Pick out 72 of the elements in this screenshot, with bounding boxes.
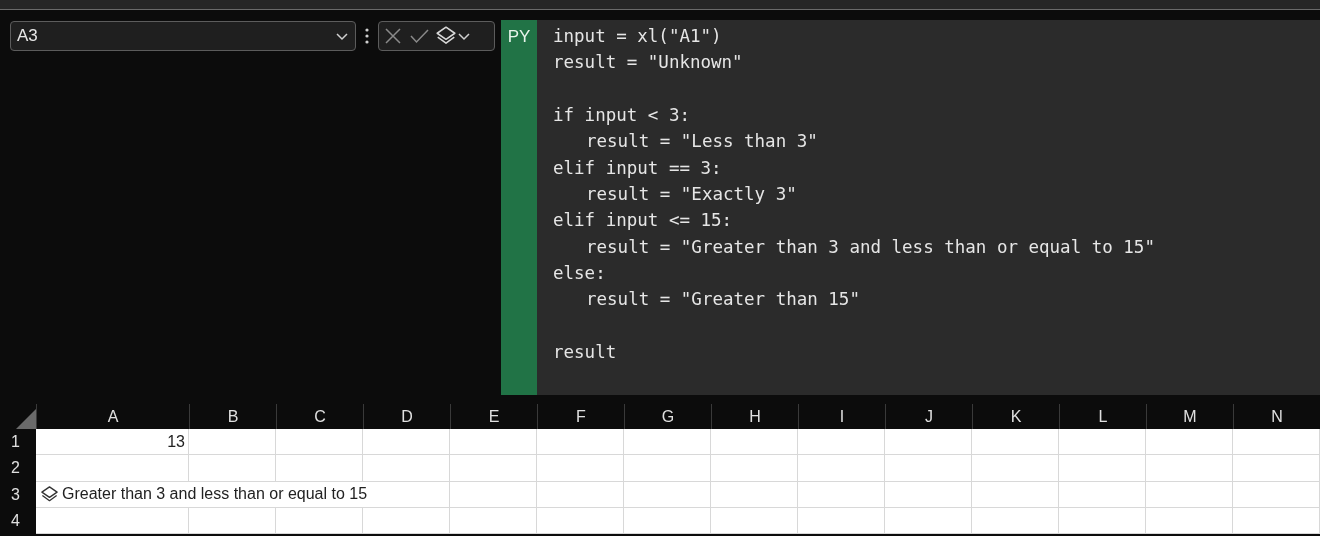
table-cell[interactable] — [276, 455, 363, 482]
table-cell[interactable] — [885, 429, 972, 456]
table-cell[interactable] — [537, 429, 624, 456]
table-cell[interactable] — [972, 429, 1059, 456]
table-cell[interactable] — [1233, 429, 1320, 456]
table-cell[interactable] — [450, 507, 537, 535]
table-cell[interactable]: 13 — [36, 429, 189, 456]
table-cell[interactable] — [450, 481, 537, 508]
table-cell[interactable] — [624, 429, 711, 456]
more-options-icon[interactable] — [364, 27, 370, 45]
table-cell[interactable] — [276, 507, 363, 535]
table-cell[interactable] — [1233, 507, 1320, 535]
table-cell[interactable] — [1146, 507, 1233, 535]
table-cell[interactable] — [450, 455, 537, 482]
layers-icon — [435, 25, 457, 47]
table-cell[interactable] — [624, 481, 711, 508]
table-cell[interactable] — [1059, 481, 1146, 508]
table-cell[interactable] — [189, 455, 276, 482]
table-cell[interactable] — [711, 455, 798, 482]
name-box[interactable]: A3 — [10, 21, 356, 51]
table-cell[interactable] — [972, 455, 1059, 482]
table-cell[interactable] — [885, 481, 972, 508]
table-cell[interactable] — [798, 429, 885, 456]
table-cell[interactable] — [798, 507, 885, 535]
code-line: result = "Unknown" — [553, 52, 743, 73]
table-cell[interactable] — [537, 507, 624, 535]
table-cell[interactable] — [972, 507, 1059, 535]
table-cell[interactable] — [711, 481, 798, 508]
table-cell[interactable] — [1146, 455, 1233, 482]
table-cell[interactable] — [885, 507, 972, 535]
table-cell[interactable] — [1059, 455, 1146, 482]
code-line: result = "Exactly 3" — [586, 183, 797, 204]
cell-text: Greater than 3 and less than or equal to 15 — [62, 485, 368, 504]
table-cell[interactable] — [885, 455, 972, 482]
code-line: result = "Less than 3" — [586, 131, 818, 152]
table-cell[interactable] — [798, 481, 885, 508]
table-cell[interactable] — [363, 507, 450, 535]
table-cell[interactable] — [363, 429, 450, 456]
code-line: else: — [553, 262, 606, 283]
table-cell[interactable] — [537, 481, 624, 508]
cancel-icon[interactable] — [383, 26, 403, 46]
code-line: if input < 3: — [553, 105, 690, 125]
python-badge: PY — [501, 20, 537, 395]
table-cell[interactable] — [1233, 455, 1320, 482]
table-cell[interactable] — [1059, 507, 1146, 535]
table-cell[interactable]: Greater than 3 and less than or equal to 15 — [36, 481, 450, 508]
table-cell[interactable] — [1146, 429, 1233, 456]
python-object-icon — [40, 484, 59, 504]
table-cell[interactable] — [972, 481, 1059, 508]
table-cell[interactable] — [537, 455, 624, 482]
table-cell[interactable] — [711, 507, 798, 535]
code-line: result = "Greater than 3 and less than or equal to 15" — [586, 236, 1155, 257]
code-line: input = xl("A1") — [553, 26, 722, 46]
code-line: result = "Greater than 15" — [586, 289, 860, 310]
table-cell[interactable] — [36, 507, 189, 535]
table-cell[interactable] — [189, 507, 276, 535]
code-line: elif input == 3: — [553, 157, 722, 178]
table-cell[interactable] — [36, 455, 189, 482]
table-cell[interactable] — [1059, 429, 1146, 456]
table-cell[interactable] — [450, 429, 537, 456]
table-cell[interactable] — [624, 507, 711, 535]
table-cell[interactable] — [798, 455, 885, 482]
code-line: result — [553, 341, 617, 362]
table-cell[interactable] — [1233, 481, 1320, 508]
code-editor[interactable] — [537, 20, 1320, 395]
code-line: elif input <= 15: — [553, 210, 733, 231]
table-cell[interactable] — [1146, 481, 1233, 508]
table-cell[interactable] — [276, 429, 363, 456]
table-cell[interactable] — [189, 429, 276, 456]
table-cell[interactable] — [363, 455, 450, 482]
table-cell[interactable] — [624, 455, 711, 482]
table-cell[interactable] — [711, 429, 798, 456]
